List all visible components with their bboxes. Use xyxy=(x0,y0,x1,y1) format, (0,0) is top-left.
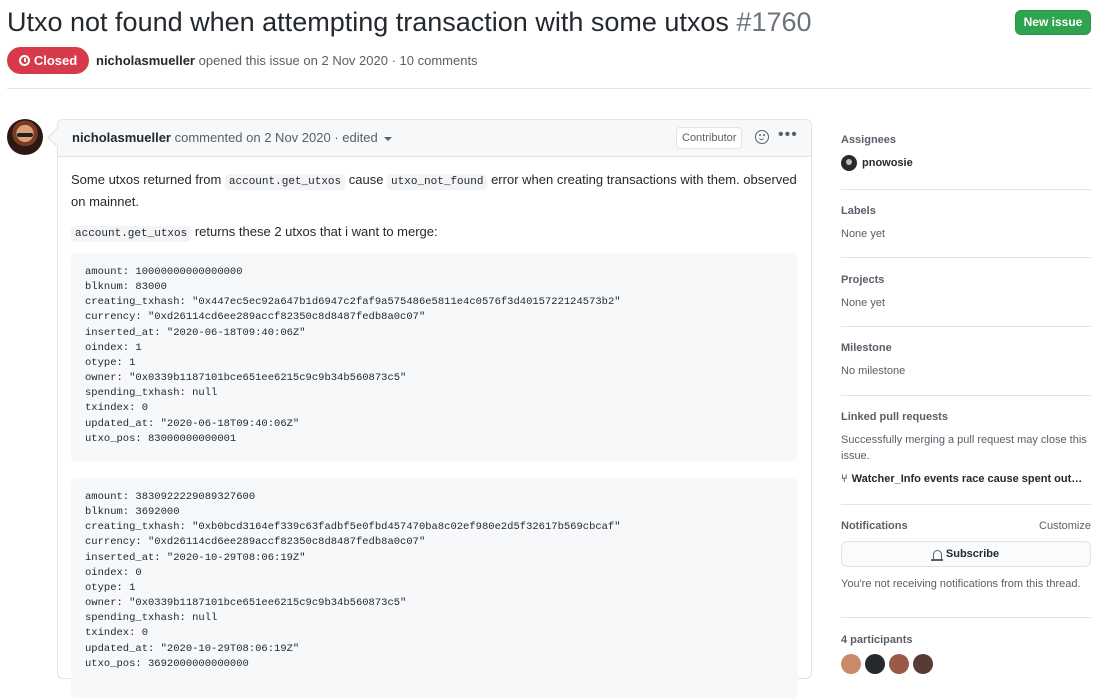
assignee-item[interactable]: pnowosie xyxy=(841,155,1091,171)
sidebar-divider xyxy=(841,617,1091,618)
edit-history-caret-icon[interactable] xyxy=(383,136,392,141)
milestone-heading[interactable]: Milestone xyxy=(841,342,1091,354)
code-block-utxo-2: amount: 3830922229089327600 blknum: 3692… xyxy=(71,478,798,698)
comment-author-link[interactable]: nicholasmueller xyxy=(72,130,171,145)
inline-code: account.get_utxos xyxy=(224,174,346,190)
participant-avatar[interactable] xyxy=(865,654,885,674)
comment-date-edited[interactable]: commented on 2 Nov 2020 · edited xyxy=(175,130,378,145)
sidebar-notifications: Notifications Customize Subscribe You're… xyxy=(841,520,1091,592)
projects-heading[interactable]: Projects xyxy=(841,274,1091,286)
bell-icon xyxy=(930,549,943,561)
projects-value: None yet xyxy=(841,297,886,309)
comment-box: nicholasmueller commented on 2 Nov 2020 … xyxy=(57,119,812,698)
comment-paragraph-2: account.get_utxos returns these 2 utxos … xyxy=(71,222,798,244)
sidebar-divider xyxy=(841,504,1091,505)
comment-author-avatar[interactable] xyxy=(7,119,43,155)
participants-avatars xyxy=(841,654,1091,674)
sidebar-assignees: Assignees pnowosie xyxy=(841,134,1091,171)
issue-closed-icon xyxy=(18,55,30,66)
participant-avatar[interactable] xyxy=(889,654,909,674)
issue-state-label: Closed xyxy=(33,53,78,68)
participant-avatar[interactable] xyxy=(841,654,861,674)
participant-avatar[interactable] xyxy=(913,654,933,674)
pull-request-icon: ⑂ xyxy=(841,473,848,485)
contributor-badge: Contributor xyxy=(676,127,743,149)
sidebar-linked-prs: Linked pull requests Successfully mergin… xyxy=(841,411,1091,485)
linked-pr-title[interactable]: Watcher_Info events race cause spent out… xyxy=(852,473,1083,485)
issue-state-badge: Closed xyxy=(7,47,89,74)
sidebar-divider xyxy=(841,257,1091,258)
sidebar-divider xyxy=(841,189,1091,190)
notifications-status: You're not receiving notifications from … xyxy=(841,578,1081,590)
assignee-avatar xyxy=(841,155,857,171)
sidebar-divider xyxy=(841,395,1091,396)
comment-text: Some utxos returned from xyxy=(71,172,225,187)
code-block-utxo-1: amount: 10000000000000000 blknum: 83000 … xyxy=(71,253,798,462)
sidebar-milestone: Milestone No milestone xyxy=(841,342,1091,379)
comment-text: cause xyxy=(345,172,388,187)
sidebar-participants: 4 participants xyxy=(841,634,1091,674)
customize-link[interactable]: Customize xyxy=(1039,520,1091,532)
issue-title: Utxo not found when attempting transacti… xyxy=(7,4,812,40)
subscribe-button[interactable]: Subscribe xyxy=(841,541,1091,567)
inline-code: utxo_not_found xyxy=(387,174,488,190)
sidebar-projects: Projects None yet xyxy=(841,274,1091,311)
issue-number: #1760 xyxy=(736,7,812,37)
sidebar-divider xyxy=(841,326,1091,327)
comment-text: returns these 2 utxos that i want to mer… xyxy=(191,224,438,239)
milestone-value: No milestone xyxy=(841,365,906,377)
assignee-name[interactable]: pnowosie xyxy=(862,157,913,169)
inline-code: account.get_utxos xyxy=(71,226,192,242)
assignees-heading[interactable]: Assignees xyxy=(841,134,1091,146)
linked-prs-heading: Linked pull requests xyxy=(841,411,948,423)
issue-meta: nicholasmueller opened this issue on 2 N… xyxy=(96,53,478,68)
subscribe-label: Subscribe xyxy=(945,548,1000,560)
sidebar-labels: Labels None yet xyxy=(841,205,1091,242)
participants-heading: 4 participants xyxy=(841,634,913,646)
issue-title-text: Utxo not found when attempting transacti… xyxy=(7,7,729,37)
comment-options-kebab-icon[interactable]: ••• xyxy=(778,126,798,144)
header-divider xyxy=(7,88,1091,89)
labels-heading[interactable]: Labels xyxy=(841,205,1091,217)
linked-prs-description: Successfully merging a pull request may … xyxy=(841,434,1087,462)
comment-paragraph-1: Some utxos returned from account.get_utx… xyxy=(71,170,798,211)
new-issue-button[interactable]: New issue xyxy=(1015,10,1091,35)
issue-author-link[interactable]: nicholasmueller xyxy=(96,53,195,68)
comment-header: nicholasmueller commented on 2 Nov 2020 … xyxy=(58,120,811,157)
issue-opened-text: opened this issue on 2 Nov 2020 · 10 com… xyxy=(198,53,478,68)
add-reaction-smiley-icon[interactable] xyxy=(755,130,769,144)
comment-meta: nicholasmueller commented on 2 Nov 2020 … xyxy=(72,130,392,145)
labels-value: None yet xyxy=(841,228,886,240)
linked-pr-item[interactable]: ⑂ Watcher_Info events race cause spent o… xyxy=(841,473,1091,485)
